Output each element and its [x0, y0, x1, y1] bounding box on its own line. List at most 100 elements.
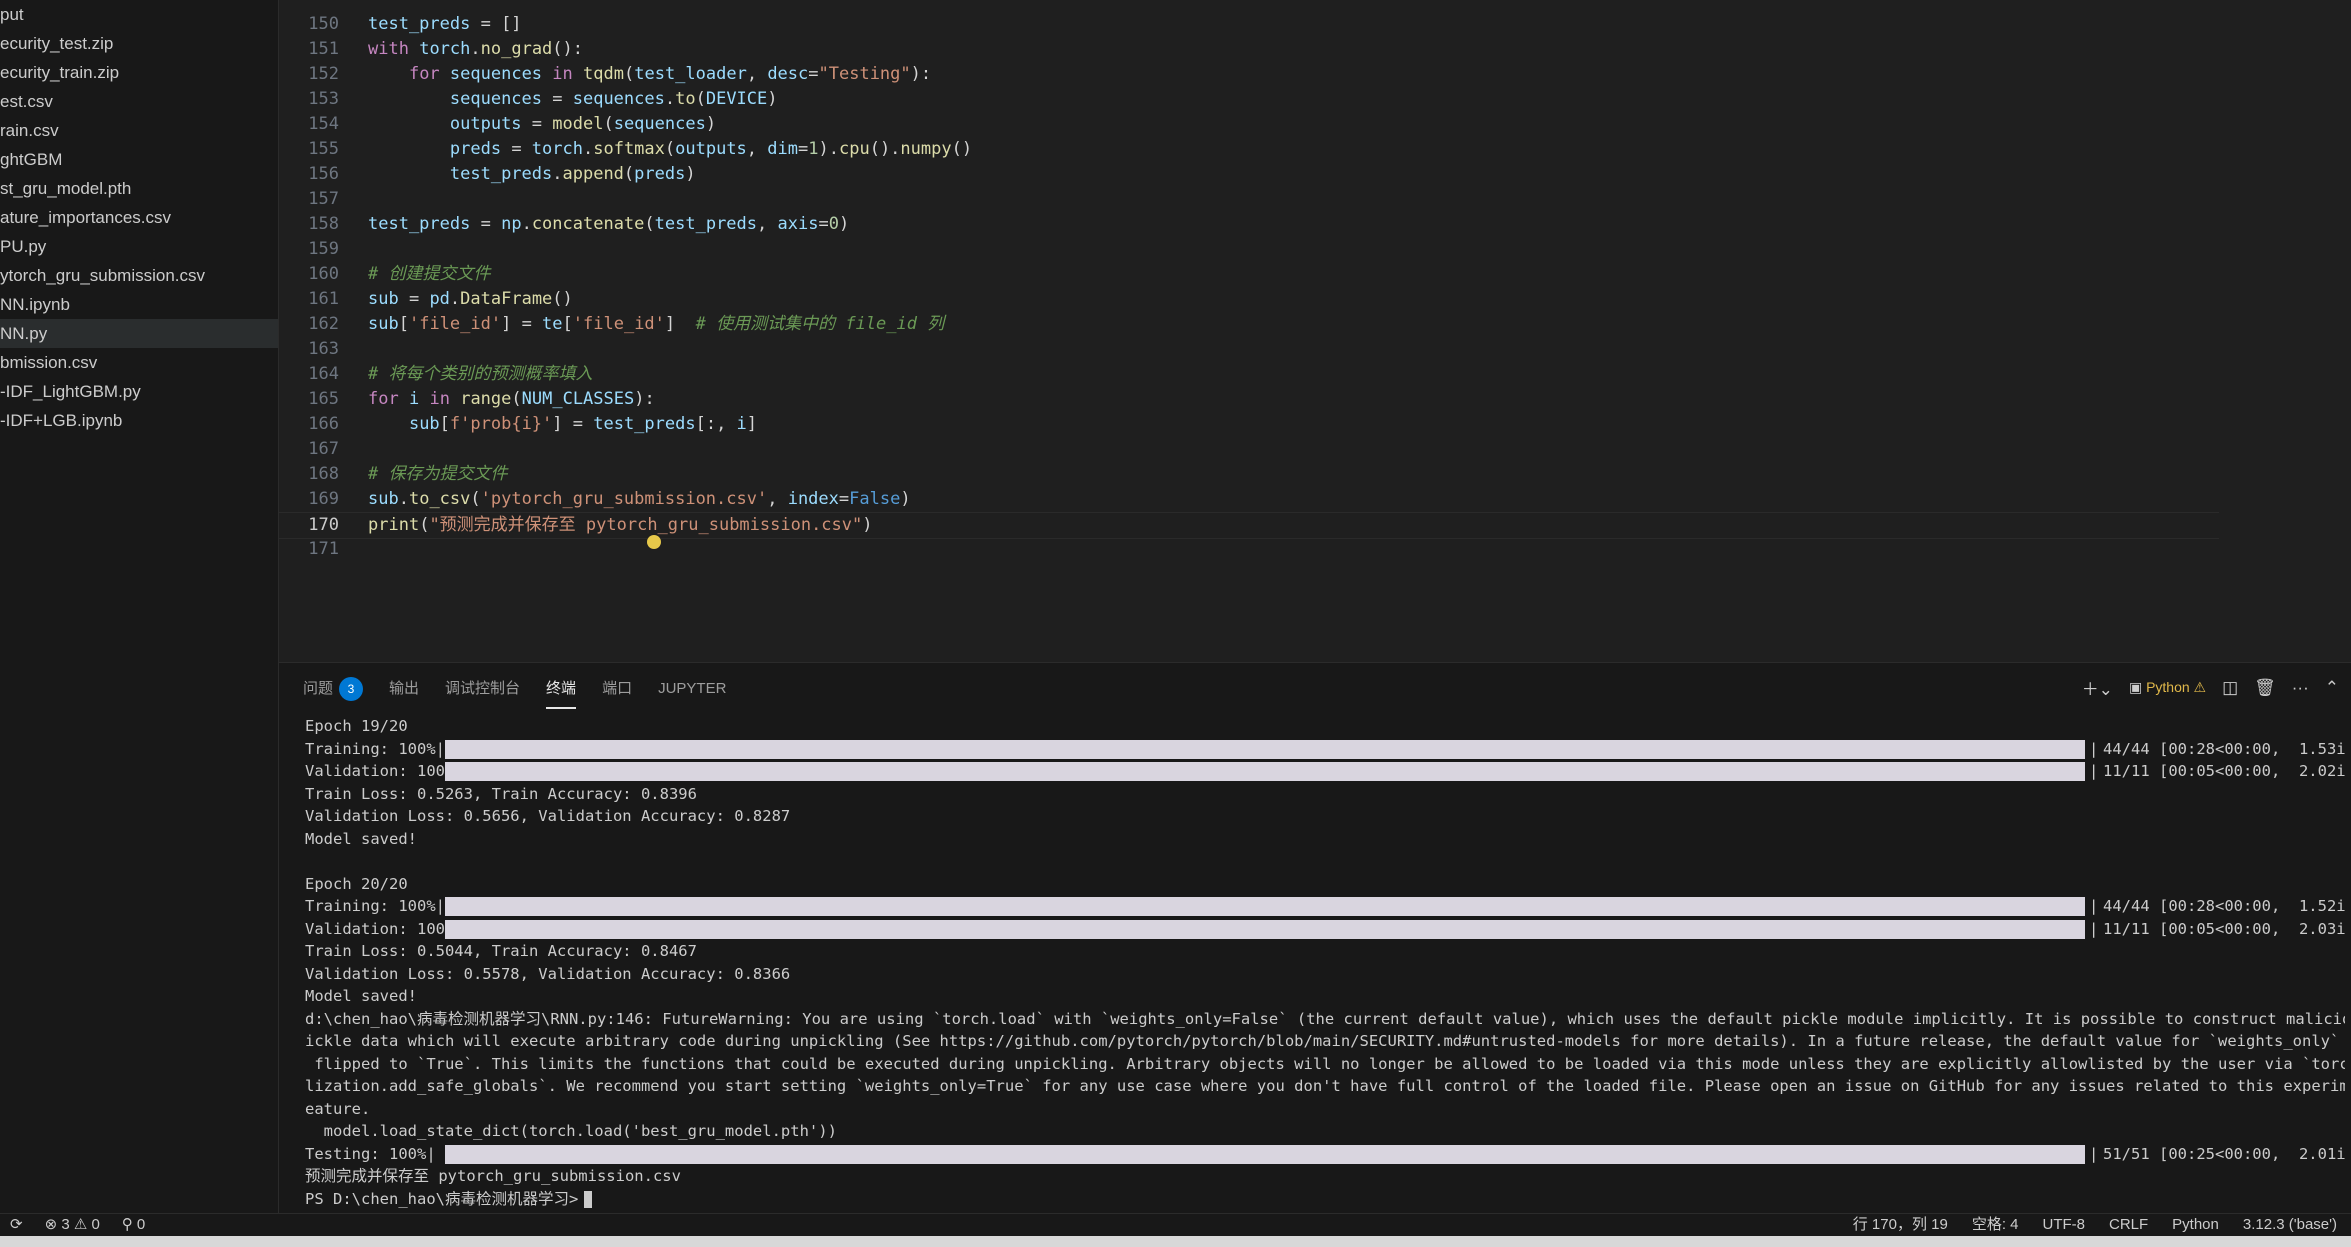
status-item[interactable]: ⊗ 3 ⚠ 0: [45, 1214, 100, 1236]
terminal-line: ickle data which will execute arbitrary …: [305, 1030, 2345, 1053]
explorer-file-item[interactable]: NN.ipynb: [0, 290, 278, 319]
panel-tab[interactable]: 输出: [389, 675, 419, 703]
terminal-line-text: Epoch 19/20: [305, 717, 408, 735]
code-text: sequences = sequences.to(DEVICE): [449, 89, 778, 109]
terminal-line-text: Validation Loss: 0.5656, Validation Accu…: [305, 807, 791, 825]
explorer-file-item[interactable]: ecurity_train.zip: [0, 58, 278, 87]
explorer-file-item[interactable]: -IDF_LightGBM.py: [0, 377, 278, 406]
terminal-line-text: Training: 100%|: [305, 739, 445, 758]
status-item[interactable]: 行 170，列 19: [1853, 1214, 1948, 1236]
code-line[interactable]: 153 sequences = sequences.to(DEVICE): [279, 87, 777, 112]
code-line[interactable]: 165 for i in range(NUM_CLASSES):: [279, 387, 654, 412]
panel-actions: ＋⌄ ▣ Python ⚠ ◫ 🗑 ··· ⌃: [2082, 675, 2339, 700]
explorer-file-item[interactable]: NN.py: [0, 319, 278, 348]
line-number: 164: [308, 364, 339, 384]
code-line[interactable]: 151 with torch.no_grad():: [279, 37, 583, 62]
code-line[interactable]: 170 print("预测完成并保存至 pytorch_gru_submissio…: [279, 512, 2219, 539]
trash-icon[interactable]: 🗑: [2254, 678, 2276, 698]
code-line[interactable]: 166 sub[f'prob{i}'] = test_preds[:, i]: [279, 412, 757, 437]
code-text: sub = pd.DataFrame(): [368, 289, 573, 309]
code-line[interactable]: 168 # 保存为提交文件: [279, 462, 507, 487]
status-item[interactable]: ⚲ 0: [122, 1214, 146, 1236]
status-item[interactable]: 空格: 4: [1972, 1214, 2019, 1236]
lightbulb-icon[interactable]: [647, 535, 661, 549]
status-item[interactable]: Python: [2172, 1214, 2219, 1236]
code-line[interactable]: 156 test_preds.append(preds): [279, 162, 695, 187]
terminal-line: Train Loss: 0.5044, Train Accuracy: 0.84…: [305, 940, 2345, 963]
terminal-line: flipped to `True`. This limits the funct…: [305, 1053, 2345, 1076]
explorer-file-item[interactable]: put: [0, 0, 278, 29]
code-text: # 保存为提交文件: [368, 464, 508, 484]
line-number: 150: [308, 14, 339, 34]
line-number: 166: [308, 414, 339, 434]
sync-icon[interactable]: ⟳: [10, 1214, 23, 1236]
terminal-line-text: lization.add_safe_globals`. We recommend…: [305, 1077, 2345, 1095]
terminal-icon[interactable]: ▣ Python ⚠: [2129, 679, 2206, 696]
code-line[interactable]: 157: [279, 187, 339, 212]
explorer-file-item[interactable]: est.csv: [0, 87, 278, 116]
line-number: 160: [308, 264, 339, 284]
more-icon[interactable]: ···: [2292, 678, 2309, 698]
code-line[interactable]: 158 test_preds = np.concatenate(test_pred…: [279, 212, 849, 237]
warning-icon: ⚠: [2193, 679, 2207, 695]
explorer-file-item[interactable]: -IDF+LGB.ipynb: [0, 406, 278, 435]
bottom-panel: 问题 3 输出 调试控制台 终端 端口 JUPYTER ＋⌄ ▣ Python ⚠ ◫ 🗑 …: [279, 662, 2351, 1214]
terminal-line-text: Testing: 100%|: [305, 1144, 436, 1163]
status-item[interactable]: UTF-8: [2043, 1214, 2086, 1236]
code-line[interactable]: 155 preds = torch.softmax(outputs, dim=1…: [279, 137, 972, 162]
code-text: with torch.no_grad():: [368, 39, 584, 59]
code-line[interactable]: 160 # 创建提交文件: [279, 262, 490, 287]
code-line[interactable]: 162 sub['file_id'] = te['file_id'] # 使用测试…: [279, 312, 944, 337]
code-line[interactable]: 152 for sequences in tqdm(test_loader, d…: [279, 62, 931, 87]
panel-tab[interactable]: 端口: [602, 675, 632, 703]
progress-bar: [445, 897, 2085, 916]
terminal-line: Validation Loss: 0.5578, Validation Accu…: [305, 963, 2345, 986]
progress-bar-end: |: [2089, 739, 2099, 758]
panel-tab[interactable]: JUPYTER: [658, 675, 726, 703]
terminal-line-text: Validation: 100%|: [305, 919, 464, 938]
explorer-file-item[interactable]: ature_importances.csv: [0, 203, 278, 232]
panel-tab[interactable]: 问题 3: [303, 675, 364, 703]
code-text: sub['file_id'] = te['file_id'] # 使用测试集中的…: [368, 314, 945, 334]
code-editor[interactable]: 150 test_preds = [] 151 with torch.no_grad(…: [279, 0, 2351, 662]
code-line[interactable]: 163: [279, 337, 339, 362]
explorer-file-item[interactable]: ghtGBM: [0, 145, 278, 174]
line-number: 152: [308, 64, 339, 84]
status-item[interactable]: CRLF: [2109, 1214, 2148, 1236]
explorer-file-item[interactable]: rain.csv: [0, 116, 278, 145]
terminal-line: Validation: 100%| | 11/11 [00:05<00:00, 2.…: [305, 760, 2345, 783]
panel-tab[interactable]: 调试控制台: [445, 675, 520, 703]
line-number: 161: [308, 289, 339, 309]
panel-tab[interactable]: 终端: [546, 675, 577, 709]
terminal-output[interactable]: Epoch 19/20 Training: 100%| | 44/44 [00:28<…: [305, 715, 2345, 1210]
code-line[interactable]: 161 sub = pd.DataFrame(): [279, 287, 573, 312]
code-line[interactable]: 159: [279, 237, 339, 262]
code-line[interactable]: 171: [279, 537, 339, 562]
code-line[interactable]: 169 sub.to_csv('pytorch_gru_submission.cs…: [279, 487, 910, 512]
code-line[interactable]: 154 outputs = model(sequences): [279, 112, 716, 137]
chevron-up-icon[interactable]: ⌃: [2325, 678, 2339, 698]
terminal-line: Epoch 19/20: [305, 715, 2345, 738]
code-text: for sequences in tqdm(test_loader, desc=…: [408, 64, 932, 84]
taskbar-strip: [0, 1236, 2351, 1247]
explorer-file-item[interactable]: st_gru_model.pth: [0, 174, 278, 203]
code-line[interactable]: 164 # 将每个类别的预测概率填入: [279, 362, 592, 387]
explorer-file-item[interactable]: bmission.csv: [0, 348, 278, 377]
code-text: print("预测完成并保存至 pytorch_gru_submission.c…: [368, 515, 873, 535]
explorer-file-item[interactable]: ytorch_gru_submission.csv: [0, 261, 278, 290]
code-line[interactable]: 150 test_preds = []: [279, 12, 521, 37]
split-terminal-icon[interactable]: ◫: [2222, 678, 2238, 698]
problems-badge: 3: [339, 677, 364, 702]
terminal-line-text: Train Loss: 0.5044, Train Accuracy: 0.84…: [305, 942, 697, 960]
explorer-file-item[interactable]: ecurity_test.zip: [0, 29, 278, 58]
new-terminal-icon[interactable]: ＋⌄: [2082, 675, 2113, 700]
status-item[interactable]: 3.12.3 ('base'): [2243, 1214, 2337, 1236]
line-number: 162: [308, 314, 339, 334]
code-text: # 创建提交文件: [368, 264, 491, 284]
code-line[interactable]: 167: [279, 437, 339, 462]
progress-stats: 44/44 [00:28<00:00, 1.52it/: [2103, 897, 2345, 915]
terminal-line: eature.: [305, 1098, 2345, 1121]
line-number: 170: [308, 515, 339, 535]
terminal-line: Training: 100%| | 44/44 [00:28<00:00, 1.53…: [305, 738, 2345, 761]
explorer-file-item[interactable]: PU.py: [0, 232, 278, 261]
